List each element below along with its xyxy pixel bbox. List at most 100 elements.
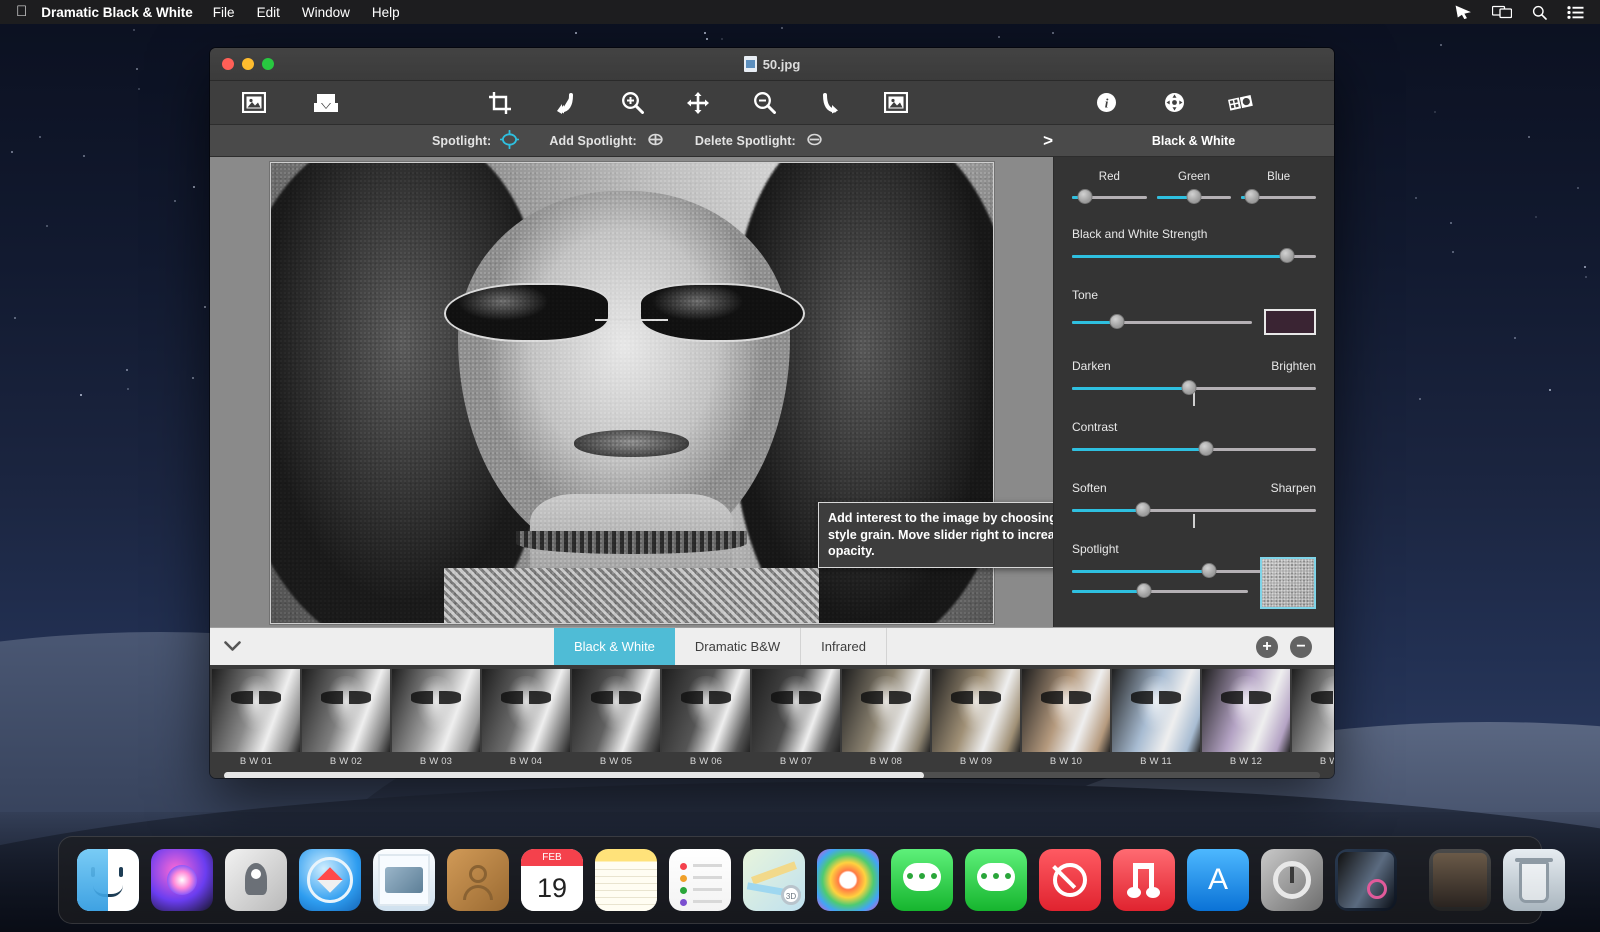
- dock-item-itunes[interactable]: [1113, 849, 1175, 911]
- menu-help[interactable]: Help: [372, 5, 400, 20]
- preset-thumbnail[interactable]: B W 05: [572, 669, 660, 778]
- add-spotlight-icon[interactable]: [646, 130, 665, 152]
- chevron-down-icon[interactable]: [210, 641, 254, 652]
- tone-color-swatch[interactable]: [1264, 309, 1316, 335]
- open-image-icon[interactable]: [232, 86, 276, 120]
- dock-item-reminders[interactable]: [669, 849, 731, 911]
- redo-icon[interactable]: [808, 86, 852, 120]
- delete-spotlight-icon[interactable]: [805, 130, 824, 152]
- pan-move-icon[interactable]: [676, 86, 720, 120]
- preset-thumbnail-image[interactable]: [1202, 669, 1290, 752]
- image-canvas[interactable]: Add interest to the image by choosing a …: [210, 157, 1053, 627]
- scrollbar-thumb[interactable]: [224, 772, 924, 778]
- tab-dramatic-bw[interactable]: Dramatic B&W: [675, 628, 801, 666]
- dock-item-maps[interactable]: 3D: [743, 849, 805, 911]
- green-slider[interactable]: [1157, 189, 1232, 205]
- preset-thumbnail-image[interactable]: [1022, 669, 1110, 752]
- slider-knob[interactable]: [1199, 441, 1214, 456]
- gear-circle-icon[interactable]: [1152, 86, 1196, 120]
- undo-icon[interactable]: [544, 86, 588, 120]
- darken-brighten-slider[interactable]: [1072, 380, 1316, 396]
- delete-spotlight-control[interactable]: Delete Spotlight:: [695, 130, 824, 152]
- slider-knob[interactable]: [1182, 380, 1197, 395]
- dock-item-launchpad[interactable]: [225, 849, 287, 911]
- dock-item-photos[interactable]: [817, 849, 879, 911]
- preset-thumbnail-image[interactable]: [662, 669, 750, 752]
- slider-knob[interactable]: [1078, 189, 1093, 204]
- preset-thumbnail[interactable]: B W 11: [1112, 669, 1200, 778]
- dock-item-app-store[interactable]: A: [1187, 849, 1249, 911]
- spotlight-search-icon[interactable]: [1532, 5, 1547, 20]
- dock-item-system-preferences[interactable]: [1261, 849, 1323, 911]
- preset-thumbnail[interactable]: B W 06: [662, 669, 750, 778]
- dock-item-finder[interactable]: [77, 849, 139, 911]
- save-image-icon[interactable]: [304, 86, 348, 120]
- dock-item-mail[interactable]: [373, 849, 435, 911]
- menubar-app-title[interactable]: Dramatic Black & White: [41, 5, 193, 20]
- preset-thumbnail[interactable]: B W 04: [482, 669, 570, 778]
- dock-item-siri[interactable]: [151, 849, 213, 911]
- tab-infrared[interactable]: Infrared: [801, 628, 887, 666]
- fit-to-screen-icon[interactable]: [874, 86, 918, 120]
- compare-filmstrip-icon[interactable]: [1220, 86, 1264, 120]
- preset-thumbnail-strip[interactable]: B W 01B W 02B W 03B W 04B W 05B W 06B W …: [210, 665, 1334, 778]
- minimize-window-button[interactable]: [242, 58, 254, 70]
- apple-logo-icon[interactable]: : [0, 4, 41, 19]
- menu-file[interactable]: File: [213, 5, 235, 20]
- preset-thumbnail-image[interactable]: [212, 669, 300, 752]
- preset-thumbnail[interactable]: B W 09: [932, 669, 1020, 778]
- preset-thumbnail[interactable]: B W 13: [1292, 669, 1334, 778]
- tone-slider[interactable]: [1072, 314, 1252, 330]
- thumbnail-scrollbar[interactable]: [224, 772, 1320, 778]
- menu-edit[interactable]: Edit: [257, 5, 280, 20]
- add-preset-button[interactable]: +: [1256, 636, 1278, 658]
- preset-thumbnail-image[interactable]: [932, 669, 1020, 752]
- soften-sharpen-slider[interactable]: [1072, 502, 1316, 518]
- preset-thumbnail[interactable]: B W 02: [302, 669, 390, 778]
- preset-thumbnail[interactable]: B W 08: [842, 669, 930, 778]
- screen-mirroring-icon[interactable]: [1492, 5, 1512, 19]
- tab-black-and-white[interactable]: Black & White: [554, 628, 675, 666]
- zoom-out-icon[interactable]: [742, 86, 786, 120]
- dock-item-messages[interactable]: [891, 849, 953, 911]
- zoom-in-icon[interactable]: [610, 86, 654, 120]
- control-center-icon[interactable]: [1567, 6, 1584, 19]
- slider-knob[interactable]: [1279, 248, 1294, 263]
- preset-thumbnail[interactable]: B W 10: [1022, 669, 1110, 778]
- dock-item-news[interactable]: [1039, 849, 1101, 911]
- slider-knob[interactable]: [1135, 502, 1150, 517]
- contrast-slider[interactable]: [1072, 441, 1316, 457]
- airplay-cursor-icon[interactable]: [1455, 5, 1472, 19]
- preset-thumbnail-image[interactable]: [302, 669, 390, 752]
- dock-item-calendar[interactable]: FEB19: [521, 849, 583, 911]
- dock-item-safari[interactable]: [299, 849, 361, 911]
- window-title-bar[interactable]: 50.jpg: [210, 48, 1334, 81]
- crop-icon[interactable]: [478, 86, 522, 120]
- slider-knob[interactable]: [1201, 563, 1216, 578]
- slider-knob[interactable]: [1244, 189, 1259, 204]
- expand-options-chevron[interactable]: >: [1043, 131, 1053, 151]
- dock-item-facetime[interactable]: [965, 849, 1027, 911]
- spotlight-ellipse-icon[interactable]: [500, 130, 519, 152]
- blue-slider[interactable]: [1241, 189, 1316, 205]
- dock-item-dramatic-black-and-white[interactable]: [1335, 849, 1397, 911]
- bw-strength-slider[interactable]: [1072, 248, 1316, 264]
- preset-thumbnail[interactable]: B W 12: [1202, 669, 1290, 778]
- close-window-button[interactable]: [222, 58, 234, 70]
- preset-thumbnail-image[interactable]: [1292, 669, 1334, 752]
- slider-knob[interactable]: [1110, 314, 1125, 329]
- preset-thumbnail-image[interactable]: [482, 669, 570, 752]
- maximize-window-button[interactable]: [262, 58, 274, 70]
- menu-window[interactable]: Window: [302, 5, 350, 20]
- dock-item-trash[interactable]: [1503, 849, 1565, 911]
- dock-item-contacts[interactable]: [447, 849, 509, 911]
- preset-thumbnail[interactable]: B W 01: [212, 669, 300, 778]
- preset-thumbnail-image[interactable]: [752, 669, 840, 752]
- red-slider[interactable]: [1072, 189, 1147, 205]
- spotlight-control[interactable]: Spotlight:: [432, 130, 519, 152]
- remove-preset-button[interactable]: −: [1290, 636, 1312, 658]
- preset-thumbnail-image[interactable]: [1112, 669, 1200, 752]
- dock-item-notes[interactable]: [595, 849, 657, 911]
- grain-slider[interactable]: [1072, 583, 1248, 599]
- grain-preview-swatch[interactable]: [1260, 557, 1316, 609]
